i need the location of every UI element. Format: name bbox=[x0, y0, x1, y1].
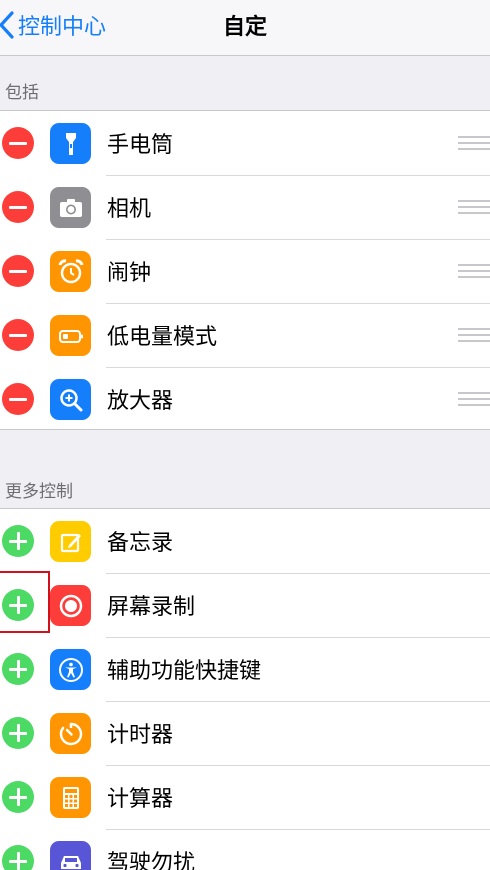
add-button[interactable] bbox=[2, 653, 34, 685]
nav-bar: 控制中心 自定 bbox=[0, 0, 490, 56]
screen-record-icon bbox=[50, 585, 91, 626]
reorder-handle[interactable] bbox=[458, 136, 490, 150]
add-button[interactable] bbox=[2, 525, 34, 557]
item-label: 放大器 bbox=[107, 389, 174, 414]
add-button[interactable] bbox=[2, 717, 34, 749]
list-item-screen-record: 屏幕录制 bbox=[0, 573, 490, 637]
item-label: 备忘录 bbox=[107, 531, 174, 556]
reorder-handle[interactable] bbox=[458, 264, 490, 278]
remove-button[interactable] bbox=[2, 383, 34, 415]
timer-icon bbox=[50, 713, 91, 754]
reorder-handle[interactable] bbox=[458, 392, 490, 406]
reorder-handle[interactable] bbox=[458, 328, 490, 342]
included-list: 手电筒 相机 闹钟 低电量模式 放大器 bbox=[0, 110, 490, 430]
list-item-magnifier: 放大器 bbox=[0, 367, 490, 431]
add-button[interactable] bbox=[2, 845, 34, 870]
camera-icon bbox=[50, 187, 91, 228]
list-item-calculator: 计算器 bbox=[0, 765, 490, 829]
list-item-low-power: 低电量模式 bbox=[0, 303, 490, 367]
reorder-handle[interactable] bbox=[458, 200, 490, 214]
alarm-clock-icon bbox=[50, 251, 91, 292]
list-item-notes: 备忘录 bbox=[0, 509, 490, 573]
add-button[interactable] bbox=[2, 781, 34, 813]
highlight-box bbox=[0, 571, 50, 633]
remove-button[interactable] bbox=[2, 319, 34, 351]
list-item-alarm: 闹钟 bbox=[0, 239, 490, 303]
remove-button[interactable] bbox=[2, 191, 34, 223]
magnifier-icon bbox=[50, 379, 91, 420]
list-item-camera: 相机 bbox=[0, 175, 490, 239]
section-header-more: 更多控制 bbox=[5, 482, 73, 502]
item-label: 驾驶勿扰 bbox=[107, 851, 196, 870]
remove-button[interactable] bbox=[2, 255, 34, 287]
remove-button[interactable] bbox=[2, 127, 34, 159]
item-label: 辅助功能快捷键 bbox=[107, 659, 262, 684]
car-icon bbox=[50, 841, 91, 870]
more-list: 备忘录 屏幕录制 辅助功能快捷键 计时器 计算器 驾驶勿扰 bbox=[0, 508, 490, 870]
item-label: 相机 bbox=[107, 197, 152, 222]
list-item-timer: 计时器 bbox=[0, 701, 490, 765]
calculator-icon bbox=[50, 777, 91, 818]
item-label: 闹钟 bbox=[107, 261, 152, 286]
item-label: 手电筒 bbox=[107, 133, 174, 158]
flashlight-icon bbox=[50, 123, 91, 164]
list-item-accessibility: 辅助功能快捷键 bbox=[0, 637, 490, 701]
item-label: 计算器 bbox=[107, 787, 174, 812]
list-item-driving: 驾驶勿扰 bbox=[0, 829, 490, 870]
item-label: 屏幕录制 bbox=[107, 595, 196, 620]
item-label: 低电量模式 bbox=[107, 325, 218, 350]
page-title: 自定 bbox=[222, 15, 267, 40]
list-item-flashlight: 手电筒 bbox=[0, 111, 490, 175]
notes-icon bbox=[50, 521, 91, 562]
accessibility-icon bbox=[50, 649, 91, 690]
battery-icon bbox=[50, 315, 91, 356]
section-header-included: 包括 bbox=[5, 83, 39, 103]
item-label: 计时器 bbox=[107, 723, 174, 748]
